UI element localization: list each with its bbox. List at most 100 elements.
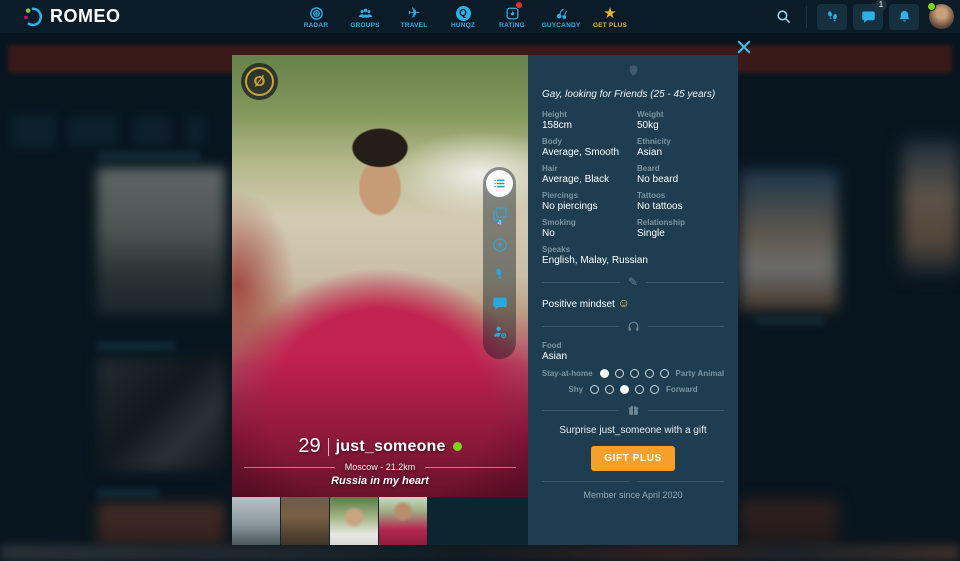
groups-icon	[358, 4, 373, 21]
footprints-icon	[825, 9, 840, 24]
nav-travel[interactable]: ✈ TRAVEL	[394, 4, 434, 29]
scale-stay-at-home: Stay-at-home Party Animal	[542, 369, 724, 378]
brand-name: ROMEO	[50, 6, 121, 27]
scale-dot[interactable]	[590, 385, 599, 394]
scale-dot[interactable]	[645, 369, 654, 378]
member-divider	[542, 481, 724, 482]
profile-identity: 29 just_someone Moscow - 21.2km Russia i…	[232, 435, 528, 487]
gift-section-divider	[542, 404, 724, 417]
primary-nav: RADAR GROUPS ✈ TRAVEL Q	[296, 0, 630, 33]
attribute-beard: Beard No beard	[637, 164, 724, 185]
profile-age: 29	[298, 435, 320, 458]
bell-icon	[897, 9, 912, 24]
member-since: Member since April 2020	[542, 490, 724, 500]
attribute-body: Body Average, Smooth	[542, 137, 629, 158]
no-photo-icon: Ø	[245, 67, 274, 96]
search-icon	[775, 8, 792, 25]
attribute-piercings: Piercings No piercings	[542, 191, 629, 212]
details-tab-button[interactable]	[486, 170, 513, 197]
footprints-button[interactable]	[817, 4, 847, 30]
photo-thumbnails	[232, 497, 528, 545]
scale-dot[interactable]	[605, 385, 614, 394]
user-avatar[interactable]	[929, 4, 954, 29]
attribute-food: Food Asian	[542, 341, 724, 362]
attribute-height: Height 158cm	[542, 110, 629, 131]
profile-headline: Gay, looking for Friends (25 - 45 years)	[542, 89, 724, 100]
photo-count: 4	[498, 221, 502, 226]
lifestyle-section-divider	[542, 320, 724, 333]
nav-rating[interactable]: RATING	[492, 4, 532, 29]
photo-thumbnail-3[interactable]	[330, 497, 378, 545]
attribute-tattoos: Tattoos No tattoos	[637, 191, 724, 212]
plus-star-icon: ★	[603, 4, 616, 21]
attribute-weight: Weight 50kg	[637, 110, 724, 131]
attribute-hair: Hair Average, Black	[542, 164, 629, 185]
messages-button[interactable]: 1	[853, 4, 883, 30]
romeo-logo[interactable]: ROMEO	[22, 5, 121, 29]
attribute-smoking: Smoking No	[542, 218, 629, 239]
guycandy-cherries-icon	[554, 4, 569, 21]
profile-details-panel: Gay, looking for Friends (25 - 45 years)…	[528, 55, 738, 545]
flash-icon	[492, 237, 508, 253]
details-list-icon	[492, 176, 507, 191]
divider	[328, 438, 329, 456]
scale-dots[interactable]	[590, 385, 659, 394]
scale-dot[interactable]	[630, 369, 639, 378]
notifications-button[interactable]	[889, 4, 919, 30]
attribute-speaks: Speaks English, Malay, Russian	[542, 245, 724, 266]
scale-dots[interactable]	[600, 369, 669, 378]
navbar-right: 1	[770, 0, 960, 33]
pencil-icon: ✎	[628, 276, 638, 288]
photo-thumbnail-4[interactable]	[379, 497, 427, 545]
nav-get-plus[interactable]: ★ GET PLUS	[590, 4, 630, 29]
profile-location: Moscow - 21.2km	[345, 462, 416, 472]
about-text: Positive mindset ☺	[542, 296, 724, 310]
chat-bubble-icon	[861, 9, 876, 24]
user-gear-icon	[492, 324, 508, 340]
profile-tagline: Russia in my heart	[232, 475, 528, 487]
scale-dot[interactable]	[620, 385, 629, 394]
top-navbar: ROMEO RADAR	[0, 0, 960, 33]
scale-dot[interactable]	[660, 369, 669, 378]
nav-guycandy[interactable]: GUYCANDY	[541, 4, 581, 29]
attribute-ethnicity: Ethnicity Asian	[637, 137, 724, 158]
quickshare-button[interactable]	[490, 235, 510, 255]
scale-dot[interactable]	[635, 385, 644, 394]
online-status-dot	[927, 2, 936, 11]
footprint-button[interactable]	[490, 264, 510, 284]
online-status-dot	[453, 442, 462, 451]
user-settings-button[interactable]	[490, 322, 510, 342]
divider	[244, 467, 335, 468]
gift-prompt: Surprise just_someone with a gift	[542, 425, 724, 436]
close-icon	[735, 38, 753, 56]
close-modal-button[interactable]	[731, 34, 757, 60]
scale-dot[interactable]	[650, 385, 659, 394]
smiley-icon: ☺	[618, 296, 630, 310]
scale-dot[interactable]	[615, 369, 624, 378]
profile-photo[interactable]: Ø 4	[232, 55, 528, 497]
nav-radar[interactable]: RADAR	[296, 4, 336, 29]
search-button[interactable]	[770, 4, 796, 30]
gift-plus-button[interactable]: GIFT PLUS	[591, 446, 675, 471]
chat-bubble-icon	[492, 295, 508, 311]
romeo-logo-icon	[22, 5, 46, 29]
hunqz-icon: Q	[456, 4, 471, 21]
nav-groups[interactable]: GROUPS	[345, 4, 385, 29]
about-section-divider: ✎	[542, 276, 724, 288]
profile-attributes-grid: Height 158cm Weight 50kg Body Average, S…	[542, 110, 724, 239]
attribute-relationship: Relationship Single	[637, 218, 724, 239]
photos-tab-button[interactable]: 4	[490, 206, 510, 226]
footprint-icon	[492, 266, 508, 282]
nav-hunqz[interactable]: Q HUNQZ	[443, 4, 483, 29]
scale-dot[interactable]	[600, 369, 609, 378]
photo-thumbnail-2[interactable]	[281, 497, 329, 545]
rating-notification-dot	[515, 1, 523, 9]
gift-icon	[627, 404, 640, 417]
profile-username: just_someone	[336, 438, 446, 456]
divider	[425, 467, 516, 468]
chat-button[interactable]	[490, 293, 510, 313]
photo-thumbnail-1[interactable]	[232, 497, 280, 545]
scale-shy-forward: Shy Forward	[542, 385, 724, 394]
messages-count-badge: 1	[875, 0, 887, 11]
hidden-photo-badge: Ø	[241, 63, 278, 100]
